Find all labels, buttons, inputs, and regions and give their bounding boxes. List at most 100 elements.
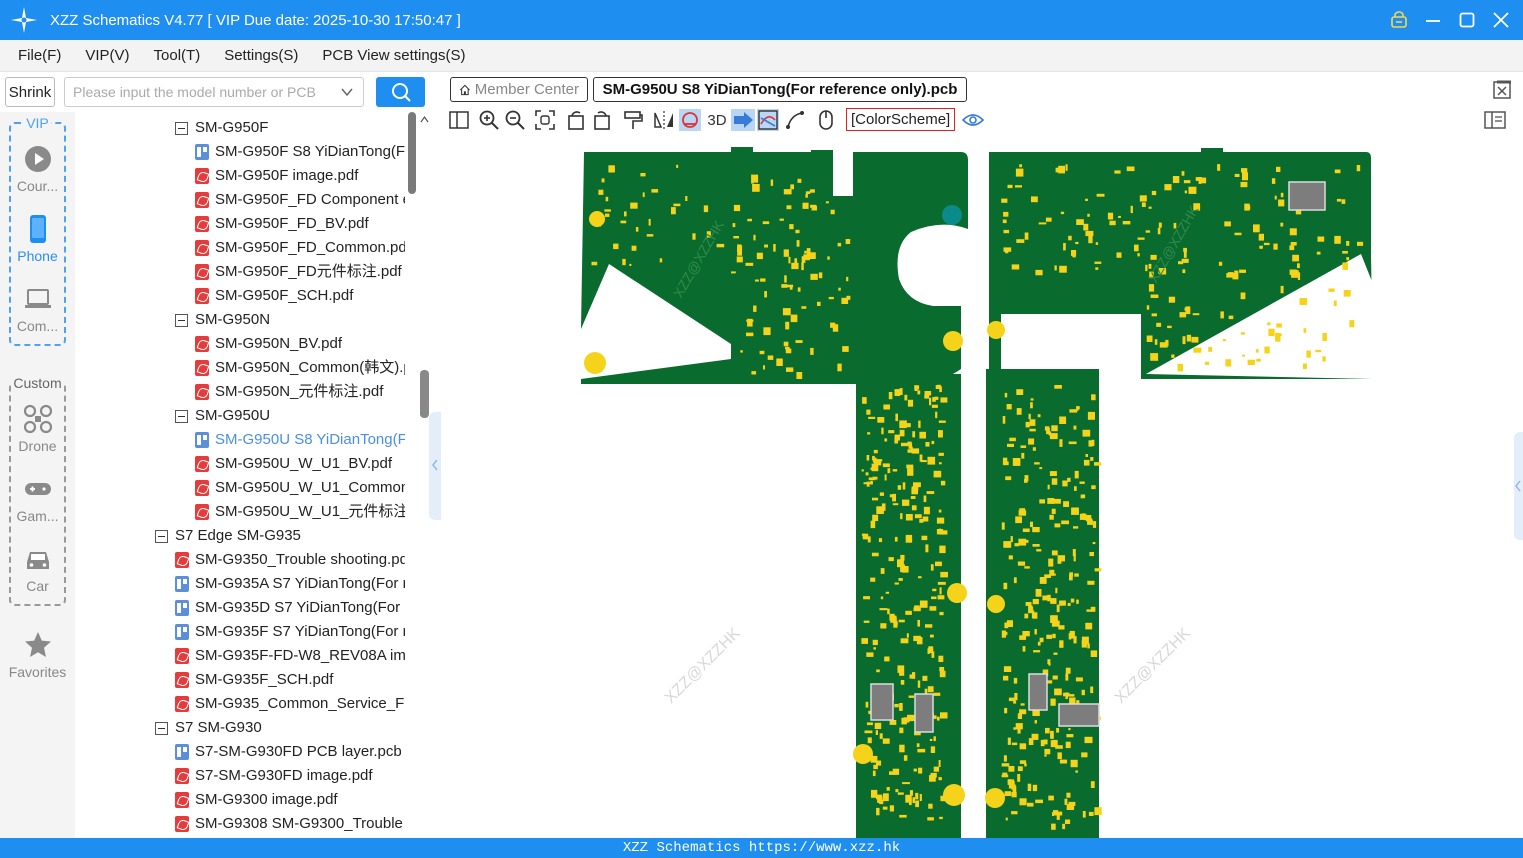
- pcb-pad[interactable]: [1088, 235, 1093, 244]
- pcb-pad[interactable]: [1032, 599, 1039, 605]
- pcb-pad[interactable]: [1004, 392, 1008, 398]
- pcb-pad[interactable]: [1044, 748, 1051, 755]
- pcb-pad[interactable]: [790, 314, 798, 323]
- pcb-pad[interactable]: [685, 196, 688, 201]
- pcb-pad[interactable]: [1013, 727, 1017, 730]
- pcb-pad[interactable]: [1074, 470, 1079, 479]
- pcb-pad[interactable]: [1029, 428, 1036, 432]
- pcb-pad[interactable]: [1039, 577, 1047, 584]
- pcb-pad[interactable]: [879, 492, 884, 496]
- pcb-pad[interactable]: [1057, 560, 1062, 564]
- pcb-pad[interactable]: [905, 514, 913, 521]
- pcb-pad[interactable]: [608, 165, 615, 173]
- pcb-pad[interactable]: [935, 385, 941, 389]
- pcb-pad[interactable]: [930, 634, 934, 638]
- pcb-pad[interactable]: [909, 790, 913, 796]
- pcb-pad[interactable]: [1126, 166, 1135, 172]
- pcb-pad[interactable]: [918, 767, 923, 774]
- pcb-pad[interactable]: [1031, 196, 1038, 203]
- chevron-down-icon[interactable]: [340, 85, 354, 99]
- tree-folder[interactable]: SM-G950N: [175, 308, 405, 332]
- pcb-pad[interactable]: [1051, 823, 1056, 830]
- pcb-pad[interactable]: [1010, 536, 1013, 543]
- pcb-pad[interactable]: [1025, 602, 1032, 606]
- mounting-hole[interactable]: [589, 211, 605, 227]
- pcb-pad[interactable]: [889, 771, 896, 775]
- pcb-pad[interactable]: [1280, 192, 1284, 198]
- pcb-pad[interactable]: [1167, 325, 1172, 329]
- pcb-pad[interactable]: [1067, 602, 1071, 606]
- tree-folder[interactable]: S7 Edge SM-G935: [155, 524, 405, 548]
- pcb-pad[interactable]: [1156, 322, 1162, 327]
- fit-view-icon[interactable]: [534, 109, 556, 131]
- tree-file-pdf[interactable]: SM-G950F image.pdf: [195, 164, 405, 188]
- pcb-pad[interactable]: [899, 744, 905, 753]
- pcb-pad[interactable]: [1089, 552, 1094, 557]
- pcb-pad[interactable]: [865, 701, 869, 708]
- pcb-pad[interactable]: [796, 372, 803, 379]
- pcb-pad[interactable]: [1047, 484, 1050, 490]
- menu-pcb-view-settings[interactable]: PCB View settings(S): [322, 47, 465, 64]
- pcb-pad[interactable]: [1234, 173, 1240, 177]
- pcb-pad[interactable]: [1051, 478, 1058, 485]
- pcb-pad[interactable]: [1088, 440, 1093, 447]
- pcb-pad[interactable]: [928, 803, 933, 809]
- pcb-pad[interactable]: [1001, 522, 1005, 530]
- pcb-pad[interactable]: [1096, 193, 1105, 197]
- pcb-pad[interactable]: [1070, 759, 1078, 768]
- pcb-pad[interactable]: [1024, 613, 1029, 619]
- pcb-pad[interactable]: [929, 397, 932, 406]
- pcb-pad[interactable]: [753, 234, 756, 241]
- pcb-pad[interactable]: [1022, 539, 1029, 543]
- pcb-pad[interactable]: [871, 552, 879, 557]
- pcb-pad[interactable]: [938, 452, 944, 456]
- pcb-pad[interactable]: [1053, 498, 1061, 504]
- pcb-pad[interactable]: [732, 223, 736, 228]
- select-mode-icon[interactable]: [731, 109, 755, 131]
- pcb-pad[interactable]: [1065, 741, 1071, 749]
- maximize-icon[interactable]: [1457, 10, 1477, 30]
- pcb-pad[interactable]: [776, 358, 783, 367]
- tree-folder[interactable]: S7 SM-G930: [155, 716, 405, 740]
- pcb-pad[interactable]: [873, 647, 876, 650]
- pcb-pad[interactable]: [900, 680, 905, 685]
- pcb-pad[interactable]: [1071, 507, 1079, 515]
- pcb-pad[interactable]: [1056, 815, 1060, 820]
- pcb-pad[interactable]: [933, 470, 942, 478]
- pcb-pad[interactable]: [1188, 186, 1197, 194]
- pcb-pad[interactable]: [1027, 783, 1032, 791]
- pcb-pad[interactable]: [1035, 589, 1042, 597]
- pcb-pad[interactable]: [1004, 631, 1008, 636]
- pcb-pad[interactable]: [1242, 354, 1246, 357]
- pcb-pad[interactable]: [904, 394, 908, 401]
- pcb-pad[interactable]: [1094, 807, 1102, 816]
- pcb-pad[interactable]: [1263, 242, 1270, 246]
- pcb-pad[interactable]: [939, 587, 942, 595]
- pcb-pad[interactable]: [1070, 598, 1075, 603]
- pcb-pad[interactable]: [795, 229, 800, 234]
- pcb-pad[interactable]: [1073, 425, 1077, 430]
- pcb-pad[interactable]: [1047, 659, 1051, 665]
- ic-chip[interactable]: [1058, 703, 1100, 727]
- pcb-pad[interactable]: [736, 256, 743, 263]
- pcb-pad[interactable]: [910, 496, 916, 499]
- pcb-pad[interactable]: [1172, 176, 1180, 183]
- pcb-pad[interactable]: [629, 263, 632, 266]
- pcb-pad[interactable]: [1184, 190, 1187, 194]
- pcb-pad[interactable]: [1053, 810, 1059, 816]
- pcb-pad[interactable]: [1075, 241, 1079, 245]
- pcb-pad[interactable]: [773, 244, 776, 252]
- pcb-pad[interactable]: [875, 459, 883, 462]
- pcb-pad[interactable]: [872, 497, 879, 501]
- pcb-pad[interactable]: [930, 772, 937, 778]
- pcb-pad[interactable]: [1168, 296, 1176, 303]
- pcb-pad[interactable]: [925, 544, 929, 553]
- pcb-pad[interactable]: [786, 367, 794, 372]
- pcb-pad[interactable]: [837, 363, 842, 372]
- pcb-pad[interactable]: [1003, 755, 1007, 762]
- pcb-pad[interactable]: [1342, 262, 1348, 270]
- pcb-pad[interactable]: [1020, 703, 1025, 706]
- pcb-pad[interactable]: [818, 272, 823, 279]
- pcb-pad[interactable]: [1067, 477, 1071, 482]
- pcb-pad[interactable]: [922, 516, 929, 522]
